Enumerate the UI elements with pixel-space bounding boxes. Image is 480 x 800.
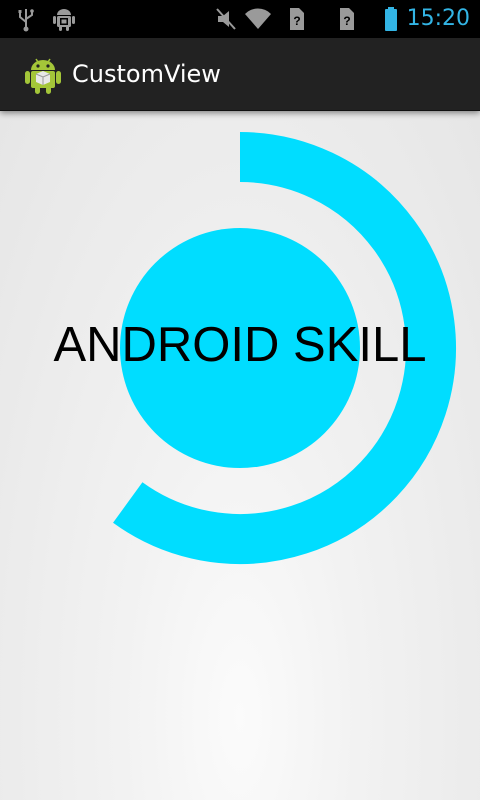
content-area: ANDROID SKILL bbox=[0, 110, 480, 800]
status-bar: ? ? 15:20 bbox=[0, 0, 480, 38]
sim-icon: ? bbox=[290, 8, 304, 30]
android-robot-icon[interactable] bbox=[22, 53, 64, 95]
usb-icon bbox=[18, 9, 34, 32]
android-debug-icon bbox=[53, 9, 75, 31]
action-bar-title: CustomView bbox=[72, 60, 221, 88]
custom-view bbox=[113, 132, 456, 564]
action-bar: CustomView bbox=[0, 38, 480, 111]
wifi-icon bbox=[245, 8, 271, 29]
svg-text:?: ? bbox=[293, 14, 300, 28]
battery-icon bbox=[385, 7, 397, 31]
svg-text:?: ? bbox=[343, 14, 350, 28]
custom-view-label: ANDROID SKILL bbox=[53, 318, 427, 372]
sim2-icon: ? bbox=[340, 8, 354, 30]
mute-icon bbox=[216, 8, 236, 30]
status-time: 15:20 bbox=[406, 6, 470, 31]
